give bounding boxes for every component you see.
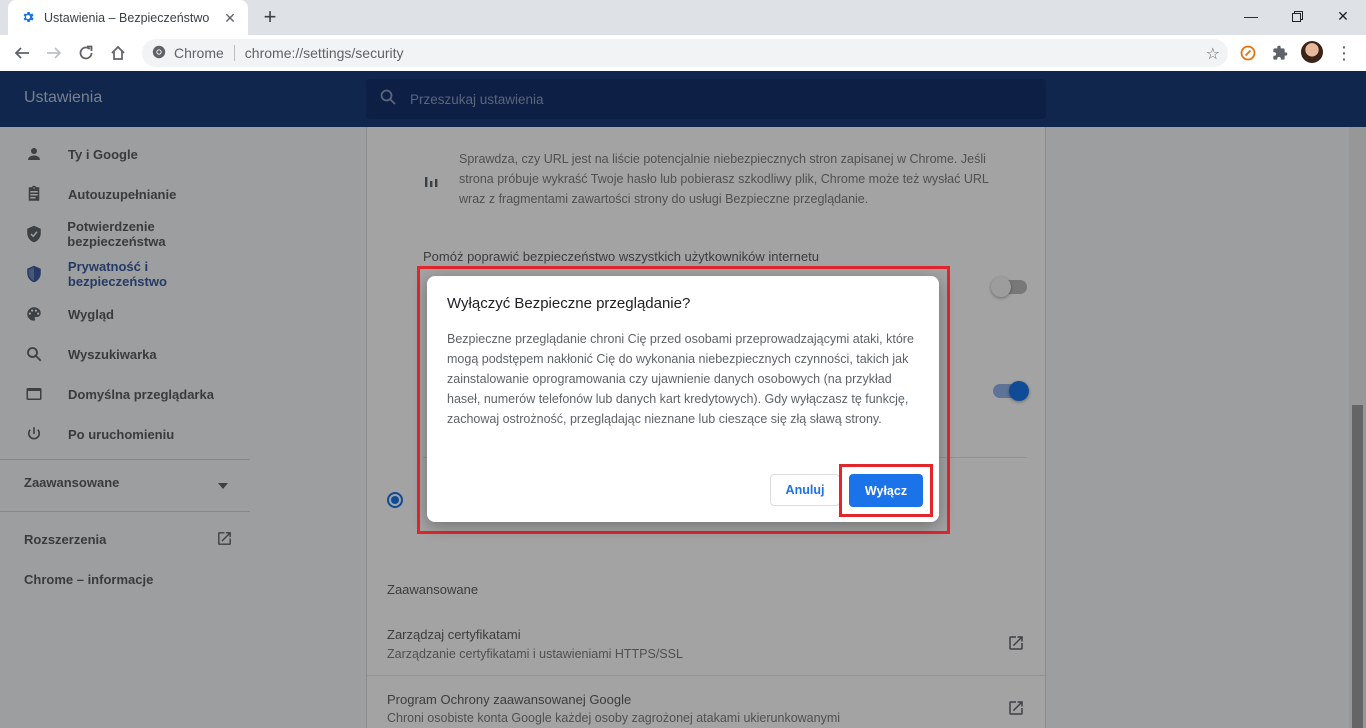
cancel-button[interactable]: Anuluj [770,474,840,506]
puzzle-icon[interactable] [1266,39,1294,67]
browser-toolbar: Chrome chrome://settings/security ☆ ⋮ [0,35,1366,71]
gear-icon [20,10,36,26]
avatar[interactable] [1301,41,1323,63]
restore-button[interactable] [1274,0,1320,32]
reload-icon[interactable] [72,39,100,67]
turn-off-button[interactable]: Wyłącz [849,474,923,507]
tab-title: Ustawienia – Bezpieczeństwo [44,10,210,25]
bookmark-star-icon[interactable]: ☆ [1206,44,1220,64]
site-label: Chrome [174,45,224,61]
menu-icon[interactable]: ⋮ [1330,39,1358,67]
url-text: chrome://settings/security [244,45,404,61]
chrome-icon [152,45,166,62]
minimize-button[interactable]: — [1228,0,1274,32]
extension-orange-icon[interactable] [1234,39,1262,67]
address-bar[interactable]: Chrome chrome://settings/security ☆ [142,39,1228,67]
close-window-button[interactable]: ✕ [1320,0,1366,32]
forward-icon[interactable] [40,39,68,67]
tab-settings[interactable]: Ustawienia – Bezpieczeństwo ✕ [8,0,248,35]
dialog-title: Wyłączyć Bezpieczne przeglądanie? [447,295,691,312]
omnibox-divider [233,45,235,61]
new-tab-button[interactable]: + [259,6,281,28]
back-icon[interactable] [8,39,36,67]
close-tab-icon[interactable]: ✕ [222,10,238,26]
tab-strip: Ustawienia – Bezpieczeństwo ✕ + — ✕ [0,0,1366,35]
home-icon[interactable] [104,39,132,67]
dialog-body: Bezpieczne przeglądanie chroni Cię przed… [447,332,914,426]
